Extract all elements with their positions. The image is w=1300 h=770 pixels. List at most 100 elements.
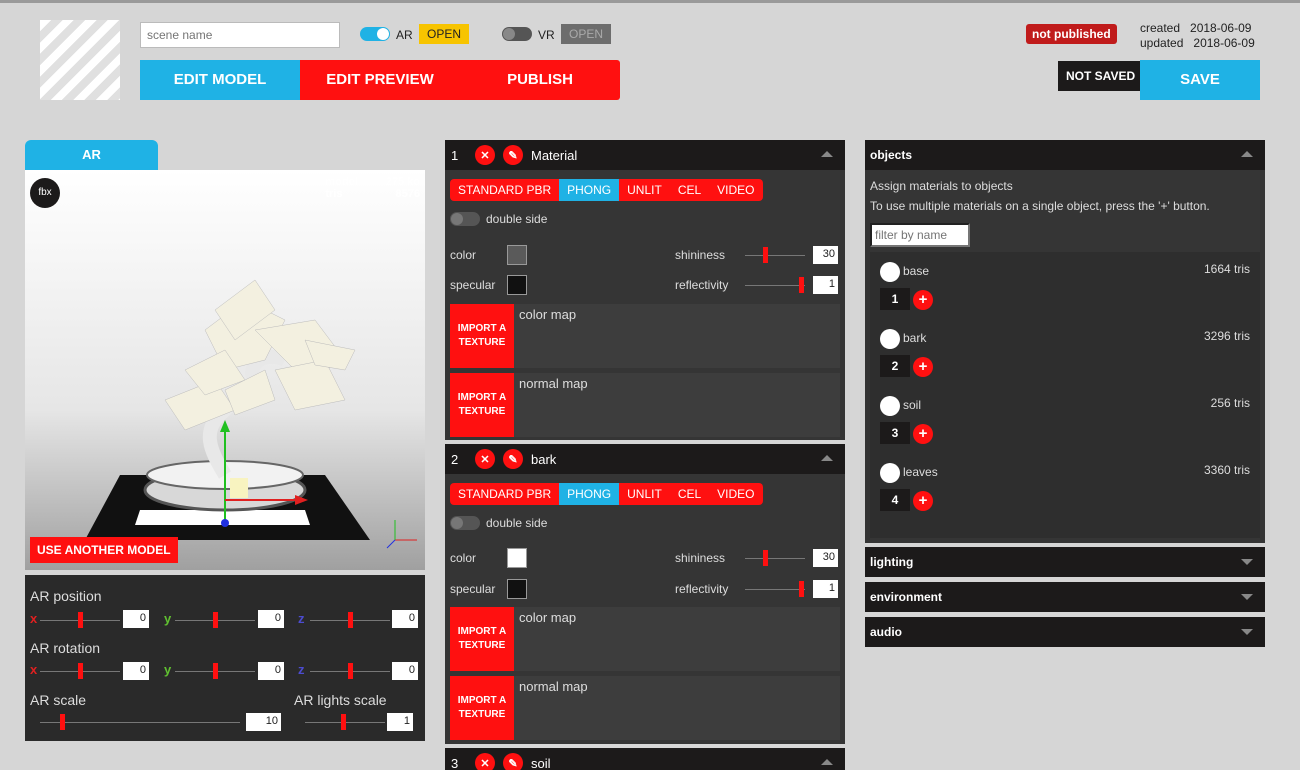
ar-scale-value[interactable]: 10 bbox=[246, 713, 281, 731]
ar-toggle[interactable] bbox=[360, 27, 390, 41]
collapse-icon[interactable] bbox=[821, 151, 833, 157]
edit-icon[interactable]: ✎ bbox=[503, 449, 523, 469]
mode-cel[interactable]: CEL bbox=[669, 483, 710, 505]
reflectivity-slider[interactable] bbox=[745, 277, 805, 293]
scene-thumbnail[interactable] bbox=[40, 20, 120, 100]
position-z-value[interactable]: 0 bbox=[392, 610, 418, 628]
object-color-dot[interactable] bbox=[880, 329, 900, 349]
import-texture-button[interactable]: IMPORT A TEXTURE bbox=[450, 607, 514, 671]
edit-icon[interactable]: ✎ bbox=[503, 753, 523, 770]
tab-edit-preview[interactable]: EDIT PREVIEW bbox=[300, 60, 460, 100]
shininess-slider[interactable] bbox=[745, 247, 805, 263]
mode-cel[interactable]: CEL bbox=[669, 179, 710, 201]
model-viewer[interactable]: fbx model tris 275 ko 8576 USE ANOTHER MOD… bbox=[25, 170, 425, 570]
scene-name-input[interactable] bbox=[140, 22, 340, 48]
import-texture-button[interactable]: IMPORT A TEXTURE bbox=[450, 373, 514, 437]
material-slot[interactable]: 4 bbox=[880, 489, 910, 511]
material-panel-1: 1 ✕ ✎ Material STANDARD PBR PHONG UNLIT … bbox=[445, 140, 845, 440]
section-audio[interactable]: audio bbox=[865, 617, 1265, 647]
mode-standard-pbr[interactable]: STANDARD PBR bbox=[450, 483, 560, 505]
mode-video[interactable]: VIDEO bbox=[709, 483, 763, 505]
section-environment[interactable]: environment bbox=[865, 582, 1265, 612]
delete-icon[interactable]: ✕ bbox=[475, 753, 495, 770]
mode-phong[interactable]: PHONG bbox=[559, 179, 620, 201]
expand-icon[interactable] bbox=[1241, 594, 1253, 600]
object-color-dot[interactable] bbox=[880, 463, 900, 483]
position-x-slider[interactable] bbox=[40, 612, 120, 628]
model-label: model bbox=[325, 176, 358, 188]
color-swatch[interactable] bbox=[507, 245, 527, 265]
material-slot[interactable]: 3 bbox=[880, 422, 910, 444]
expand-icon[interactable] bbox=[1241, 559, 1253, 565]
mode-unlit[interactable]: UNLIT bbox=[619, 483, 670, 505]
tab-publish[interactable]: PUBLISH bbox=[460, 60, 620, 100]
double-side-toggle[interactable] bbox=[450, 212, 480, 226]
double-side-toggle-row[interactable]: double side bbox=[450, 212, 547, 226]
edit-icon[interactable]: ✎ bbox=[503, 145, 523, 165]
rotation-x-slider[interactable] bbox=[40, 663, 120, 679]
double-side-toggle[interactable] bbox=[450, 516, 480, 530]
import-texture-button[interactable]: IMPORT A TEXTURE bbox=[450, 304, 514, 368]
material-header-2[interactable]: 2 ✕ ✎ bark bbox=[445, 444, 845, 474]
vr-label: VR bbox=[538, 28, 555, 42]
vr-toggle[interactable] bbox=[502, 27, 532, 41]
rotation-z-axis: z bbox=[298, 662, 305, 677]
rotation-z-slider[interactable] bbox=[310, 663, 390, 679]
reflectivity-value[interactable]: 1 bbox=[813, 580, 838, 598]
add-material-button[interactable]: + bbox=[913, 424, 933, 444]
collapse-icon[interactable] bbox=[1241, 151, 1253, 157]
reflectivity-value[interactable]: 1 bbox=[813, 276, 838, 294]
material-slot[interactable]: 2 bbox=[880, 355, 910, 377]
ar-scale-slider[interactable] bbox=[40, 714, 240, 730]
shininess-value[interactable]: 30 bbox=[813, 246, 838, 264]
mode-unlit[interactable]: UNLIT bbox=[619, 179, 670, 201]
position-y-axis: y bbox=[164, 611, 172, 626]
material-header-1[interactable]: 1 ✕ ✎ Material bbox=[445, 140, 845, 170]
specular-swatch[interactable] bbox=[507, 275, 527, 295]
vr-open-button[interactable]: OPEN bbox=[561, 24, 612, 44]
rotation-x-value[interactable]: 0 bbox=[123, 662, 149, 680]
mode-standard-pbr[interactable]: STANDARD PBR bbox=[450, 179, 560, 201]
object-color-dot[interactable] bbox=[880, 396, 900, 416]
delete-icon[interactable]: ✕ bbox=[475, 449, 495, 469]
position-x-value[interactable]: 0 bbox=[123, 610, 149, 628]
import-texture-button[interactable]: IMPORT A TEXTURE bbox=[450, 676, 514, 740]
position-y-value[interactable]: 0 bbox=[258, 610, 284, 628]
collapse-icon[interactable] bbox=[821, 759, 833, 765]
objects-header[interactable]: objects bbox=[865, 140, 1265, 170]
rotation-z-value[interactable]: 0 bbox=[392, 662, 418, 680]
rotation-x-axis: x bbox=[30, 662, 38, 677]
object-color-dot[interactable] bbox=[880, 262, 900, 282]
material-slot[interactable]: 1 bbox=[880, 288, 910, 310]
section-lighting[interactable]: lighting bbox=[865, 547, 1265, 577]
collapse-icon[interactable] bbox=[821, 455, 833, 461]
rotation-y-value[interactable]: 0 bbox=[258, 662, 284, 680]
add-material-button[interactable]: + bbox=[913, 290, 933, 310]
add-material-button[interactable]: + bbox=[913, 491, 933, 511]
tab-edit-model[interactable]: EDIT MODEL bbox=[140, 60, 300, 100]
shininess-value[interactable]: 30 bbox=[813, 549, 838, 567]
material-header-3[interactable]: 3 ✕ ✎ soil bbox=[445, 748, 845, 770]
color-swatch[interactable] bbox=[507, 548, 527, 568]
mode-phong[interactable]: PHONG bbox=[559, 483, 620, 505]
specular-swatch[interactable] bbox=[507, 579, 527, 599]
use-another-model-button[interactable]: USE ANOTHER MODEL bbox=[30, 537, 178, 563]
filter-input[interactable] bbox=[870, 223, 970, 247]
shininess-slider[interactable] bbox=[745, 550, 805, 566]
add-material-button[interactable]: + bbox=[913, 357, 933, 377]
reflectivity-label: reflectivity bbox=[675, 278, 729, 292]
objects-hint-2: To use multiple materials on a single ob… bbox=[870, 199, 1210, 213]
position-z-slider[interactable] bbox=[310, 612, 390, 628]
ar-open-button[interactable]: OPEN bbox=[419, 24, 470, 44]
mode-video[interactable]: VIDEO bbox=[709, 179, 763, 201]
reflectivity-slider[interactable] bbox=[745, 581, 805, 597]
delete-icon[interactable]: ✕ bbox=[475, 145, 495, 165]
expand-icon[interactable] bbox=[1241, 629, 1253, 635]
position-y-slider[interactable] bbox=[175, 612, 255, 628]
rotation-y-slider[interactable] bbox=[175, 663, 255, 679]
ar-lights-scale-value[interactable]: 1 bbox=[387, 713, 413, 731]
ar-lights-scale-slider[interactable] bbox=[305, 714, 385, 730]
tab-ar[interactable]: AR bbox=[25, 140, 158, 170]
double-side-toggle-row[interactable]: double side bbox=[450, 516, 547, 530]
save-button[interactable]: SAVE bbox=[1140, 60, 1260, 100]
